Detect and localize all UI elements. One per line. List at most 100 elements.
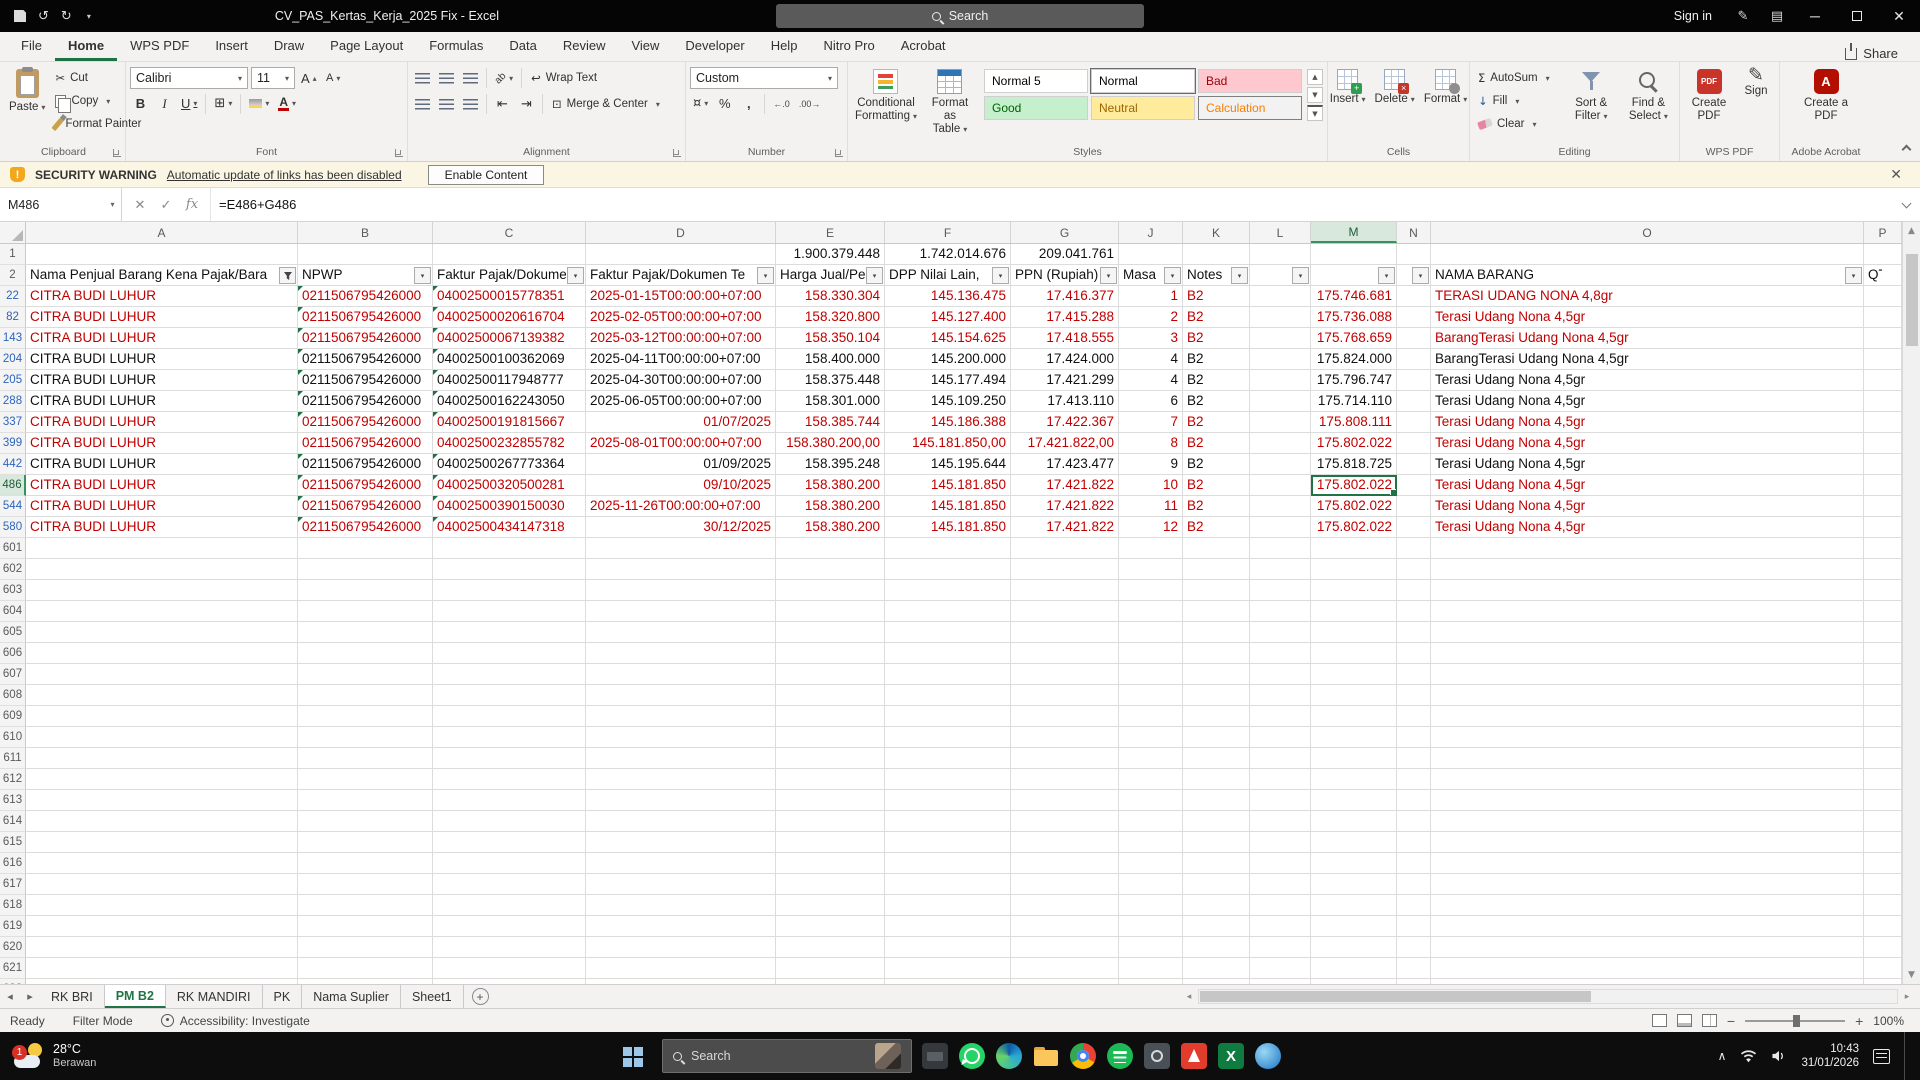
cell-C606[interactable]: [433, 643, 586, 664]
cell-P143[interactable]: [1864, 328, 1902, 349]
cell-style-calculation[interactable]: Calculation: [1198, 96, 1302, 120]
cell-J205[interactable]: 4: [1119, 370, 1183, 391]
row-header-288[interactable]: 288: [0, 391, 26, 412]
cell-F205[interactable]: 145.177.494: [885, 370, 1011, 391]
cell-D612[interactable]: [586, 769, 776, 790]
row-header-620[interactable]: 620: [0, 937, 26, 958]
filter-button-J[interactable]: ▾: [1164, 267, 1181, 284]
cell-N604[interactable]: [1397, 601, 1431, 622]
cell-D486[interactable]: 09/10/2025: [586, 475, 776, 496]
cell-F399[interactable]: 145.181.850,00: [885, 433, 1011, 454]
cell-L621[interactable]: [1250, 958, 1311, 979]
cell-E613[interactable]: [776, 790, 885, 811]
cell-K603[interactable]: [1183, 580, 1250, 601]
cell-P82[interactable]: [1864, 307, 1902, 328]
cell-P205[interactable]: [1864, 370, 1902, 391]
cell-N204[interactable]: [1397, 349, 1431, 370]
cell-G544[interactable]: 17.421.822: [1011, 496, 1119, 517]
cell-M143[interactable]: 175.768.659: [1311, 328, 1397, 349]
cell-L2[interactable]: ▾: [1250, 265, 1311, 286]
cell-A615[interactable]: [26, 832, 298, 853]
cell-P621[interactable]: [1864, 958, 1902, 979]
row-header-616[interactable]: 616: [0, 853, 26, 874]
cell-B602[interactable]: [298, 559, 433, 580]
cell-G622[interactable]: [1011, 979, 1119, 984]
cell-A608[interactable]: [26, 685, 298, 706]
row-header-608[interactable]: 608: [0, 685, 26, 706]
cell-E580[interactable]: 158.380.200: [776, 517, 885, 538]
column-header-K[interactable]: K: [1183, 222, 1250, 243]
show-desktop-button[interactable]: [1904, 1032, 1908, 1080]
cell-B610[interactable]: [298, 727, 433, 748]
row-header-603[interactable]: 603: [0, 580, 26, 601]
cell-G601[interactable]: [1011, 538, 1119, 559]
cell-D605[interactable]: [586, 622, 776, 643]
formula-input[interactable]: =E486+G486: [211, 188, 1892, 221]
cell-O604[interactable]: [1431, 601, 1864, 622]
cell-J1[interactable]: [1119, 244, 1183, 265]
briefcase-icon[interactable]: [922, 1043, 948, 1069]
cell-J486[interactable]: 10: [1119, 475, 1183, 496]
sheet-tab-pk[interactable]: PK: [262, 985, 303, 1008]
cell-M82[interactable]: 175.736.088: [1311, 307, 1397, 328]
cell-D601[interactable]: [586, 538, 776, 559]
cell-J611[interactable]: [1119, 748, 1183, 769]
cell-K610[interactable]: [1183, 727, 1250, 748]
cell-B143[interactable]: 0211506795426000: [298, 328, 433, 349]
cell-N486[interactable]: [1397, 475, 1431, 496]
row-header-614[interactable]: 614: [0, 811, 26, 832]
cell-B614[interactable]: [298, 811, 433, 832]
cell-G442[interactable]: 17.423.477: [1011, 454, 1119, 475]
cell-L399[interactable]: [1250, 433, 1311, 454]
cell-B205[interactable]: 0211506795426000: [298, 370, 433, 391]
filter-button-O[interactable]: ▾: [1845, 267, 1862, 284]
sign-button[interactable]: ✎ Sign: [1737, 65, 1775, 99]
cell-D614[interactable]: [586, 811, 776, 832]
zoom-level[interactable]: 100%: [1873, 1014, 1904, 1028]
cell-F442[interactable]: 145.195.644: [885, 454, 1011, 475]
cell-E1[interactable]: 1.900.379.448: [776, 244, 885, 265]
row-header-602[interactable]: 602: [0, 559, 26, 580]
cell-B601[interactable]: [298, 538, 433, 559]
cell-P609[interactable]: [1864, 706, 1902, 727]
cell-L486[interactable]: [1250, 475, 1311, 496]
cell-N613[interactable]: [1397, 790, 1431, 811]
row-header-622[interactable]: 622: [0, 979, 26, 984]
style-gallery-more-icon[interactable]: ▼: [1307, 105, 1323, 121]
increase-decimal-icon[interactable]: ←.0: [770, 93, 793, 114]
cell-G22[interactable]: 17.416.377: [1011, 286, 1119, 307]
cell-K608[interactable]: [1183, 685, 1250, 706]
cell-O606[interactable]: [1431, 643, 1864, 664]
create-pdf-button[interactable]: Create PDF: [1684, 65, 1734, 124]
cell-K618[interactable]: [1183, 895, 1250, 916]
cell-N621[interactable]: [1397, 958, 1431, 979]
spotify-icon[interactable]: [1107, 1043, 1133, 1069]
cell-K609[interactable]: [1183, 706, 1250, 727]
cancel-formula-icon[interactable]: ✕: [128, 197, 152, 213]
cell-G486[interactable]: 17.421.822: [1011, 475, 1119, 496]
cell-E544[interactable]: 158.380.200: [776, 496, 885, 517]
cell-G288[interactable]: 17.413.110: [1011, 391, 1119, 412]
cell-A606[interactable]: [26, 643, 298, 664]
cell-F602[interactable]: [885, 559, 1011, 580]
cell-M621[interactable]: [1311, 958, 1397, 979]
ribbon-tab-nitro-pro[interactable]: Nitro Pro: [810, 32, 887, 61]
cell-F2[interactable]: DPP Nilai Lain, ▾: [885, 265, 1011, 286]
row-header-609[interactable]: 609: [0, 706, 26, 727]
cell-A605[interactable]: [26, 622, 298, 643]
cell-P580[interactable]: [1864, 517, 1902, 538]
minimize-button[interactable]: ─: [1794, 0, 1836, 32]
cell-J442[interactable]: 9: [1119, 454, 1183, 475]
cell-F614[interactable]: [885, 811, 1011, 832]
cell-J22[interactable]: 1: [1119, 286, 1183, 307]
cell-A442[interactable]: CITRA BUDI LUHUR: [26, 454, 298, 475]
cell-P613[interactable]: [1864, 790, 1902, 811]
cell-J82[interactable]: 2: [1119, 307, 1183, 328]
normal-view-icon[interactable]: [1651, 1014, 1667, 1027]
cell-P620[interactable]: [1864, 937, 1902, 958]
row-header-204[interactable]: 204: [0, 349, 26, 370]
cell-J606[interactable]: [1119, 643, 1183, 664]
cell-C601[interactable]: [433, 538, 586, 559]
cell-M602[interactable]: [1311, 559, 1397, 580]
cell-G580[interactable]: 17.421.822: [1011, 517, 1119, 538]
